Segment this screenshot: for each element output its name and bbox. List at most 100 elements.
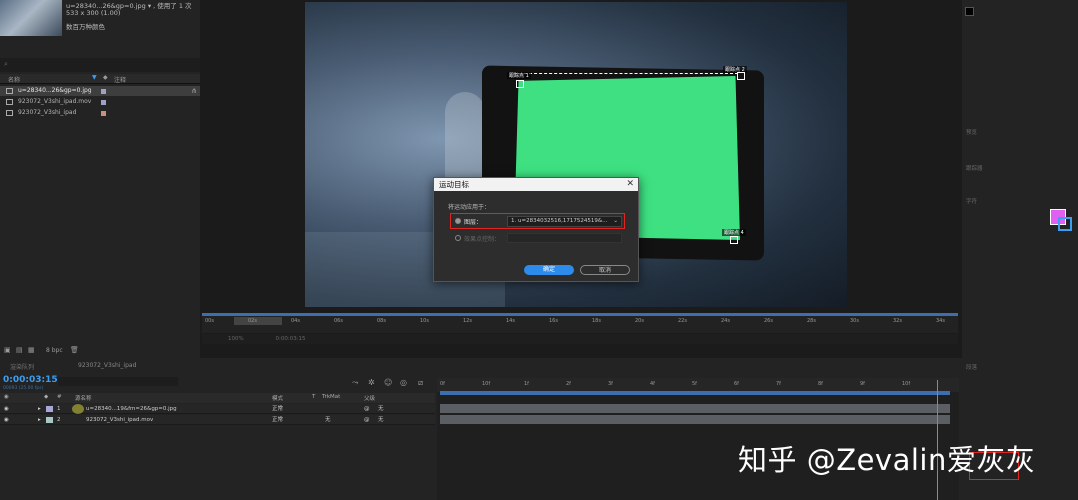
label-color[interactable]	[101, 111, 106, 116]
timeline-layer-row[interactable]: ◉ ▸ 1 u=28340...19&fm=26&gp=0.jpg 正常 @ 无	[0, 404, 435, 414]
eye-icon[interactable]: ◉	[4, 394, 9, 400]
layer-bar[interactable]	[440, 404, 950, 413]
project-item[interactable]: u=28340...26&gp=0.jpg	[0, 86, 200, 96]
motion-target-dialog: 运动目标 ✕ 将运动应用于： 图层： 1. u=2834032516,17175…	[433, 177, 639, 282]
graph-editor-icon[interactable]: ⧄	[418, 378, 423, 388]
col-comment[interactable]: 注释	[114, 75, 126, 84]
expand-arrow-icon[interactable]: ▸	[38, 415, 41, 425]
viewer-timecode[interactable]: 0:00:03:15	[275, 336, 305, 342]
project-search-input[interactable]: ⌕	[0, 58, 200, 72]
sort-arrow-icon[interactable]: ▼	[92, 74, 97, 81]
pickwhip-icon[interactable]: @	[364, 415, 370, 425]
paragraph-label[interactable]: 段落	[966, 363, 977, 371]
stroke-color-swatch[interactable]	[1058, 217, 1072, 231]
character-label[interactable]: 字符	[966, 197, 977, 205]
draft-3d-icon[interactable]: ✲	[368, 378, 375, 387]
track-handle[interactable]	[737, 72, 745, 80]
timeline-tick-label: 4f	[650, 381, 655, 387]
col-t[interactable]: T	[312, 394, 315, 400]
track-point-1[interactable]: 跟踪点 1	[507, 72, 531, 79]
timeline-layer-row[interactable]: ◉ ▸ 2 923072_V3shi_ipad.mov 正常 无 @ 无	[0, 415, 435, 425]
ruler-tick-label: 32s	[893, 318, 902, 324]
project-column-header: 名称 ▼ ◆ 注释	[0, 74, 200, 84]
motion-blur-icon[interactable]: ◎	[400, 378, 407, 387]
track-handle[interactable]	[730, 236, 738, 244]
dialog-title: 运动目标	[439, 180, 469, 189]
effect-radio[interactable]	[455, 235, 461, 241]
right-panel: 预览 跟踪器 字符 段落	[962, 0, 1078, 500]
layer-mode-select[interactable]: 正常	[272, 404, 283, 414]
ruler-tick-label: 30s	[850, 318, 859, 324]
viewer-time-ruler[interactable]	[202, 313, 958, 333]
timeline-tick-label: 5f	[692, 381, 697, 387]
project-item[interactable]: 923072_V3shi_ipad	[0, 108, 200, 118]
zoom-level[interactable]: 100%	[228, 336, 244, 342]
trkmat-select[interactable]: 无	[325, 415, 331, 425]
interpret-footage-icon[interactable]: ▣	[4, 346, 11, 354]
trash-icon[interactable]: 🗑	[70, 346, 79, 354]
frame-info: 00093 (25.00 fps)	[3, 386, 44, 391]
used-count: 使用了 1 次	[157, 2, 192, 10]
work-area-bar[interactable]	[202, 313, 958, 316]
track-outline	[514, 73, 738, 75]
parent-select[interactable]: 无	[378, 404, 384, 414]
dialog-titlebar: 运动目标 ✕	[434, 178, 638, 191]
ruler-tick-label: 10s	[420, 318, 429, 324]
label-color[interactable]	[101, 100, 106, 105]
parent-select[interactable]: 无	[378, 415, 384, 425]
track-handle[interactable]	[516, 80, 524, 88]
layer-label-color[interactable]	[46, 417, 53, 423]
eye-icon[interactable]: ◉	[4, 404, 9, 414]
col-name[interactable]: 名称	[8, 75, 20, 84]
layer-radio[interactable]	[455, 218, 461, 224]
flowchart-icon[interactable]: ⋔	[191, 87, 197, 95]
layer-name[interactable]: u=28340...19&fm=26&gp=0.jpg	[86, 404, 177, 414]
col-trkmat[interactable]: TrkMat	[322, 394, 340, 400]
layer-select[interactable]: 1. u=2834032516,1717524519&... ⌄	[507, 216, 622, 227]
tab-render-queue[interactable]: 渲染队列	[10, 362, 34, 371]
timeline-ruler[interactable]	[437, 378, 959, 392]
col-source-name[interactable]: 源名称	[75, 394, 92, 402]
tab-composition[interactable]: 923072_V3shi_ipad	[78, 362, 136, 369]
col-mode[interactable]: 模式	[272, 394, 283, 402]
ruler-tick-label: 12s	[463, 318, 472, 324]
layer-label-color[interactable]	[46, 406, 53, 412]
new-folder-icon[interactable]: ▤	[16, 346, 23, 354]
layer-option-label: 图层：	[464, 219, 483, 226]
track-point-4[interactable]: 跟踪点 4	[722, 229, 746, 236]
new-comp-icon[interactable]: ▦	[28, 346, 35, 354]
timeline-work-area[interactable]	[440, 391, 950, 395]
ruler-tick-label: 20s	[635, 318, 644, 324]
expand-arrow-icon[interactable]: ▸	[38, 404, 41, 414]
timeline-tick-label: 9f	[860, 381, 865, 387]
pickwhip-icon[interactable]: @	[364, 404, 370, 414]
search-icon: ⌕	[4, 60, 8, 68]
close-icon[interactable]: ✕	[626, 178, 634, 191]
preview-label[interactable]: 预览	[966, 128, 977, 136]
timeline-tick-label: 1f	[524, 381, 529, 387]
project-bottom-bar: ▣ ▤ ▦ 8 bpc 🗑	[0, 344, 200, 356]
layer-bar[interactable]	[440, 415, 950, 424]
project-item[interactable]: 923072_V3shi_ipad.mov	[0, 97, 200, 107]
timeline-search-input[interactable]	[58, 377, 178, 386]
shy-icon[interactable]: ☺	[384, 378, 392, 387]
layer-name[interactable]: 923072_V3shi_ipad.mov	[86, 415, 153, 425]
project-item-label: 923072_V3shi_ipad	[18, 109, 77, 116]
eye-icon[interactable]: ◉	[4, 415, 9, 425]
watermark-text: 知乎 @Zevalin爱灰灰	[738, 443, 1036, 477]
comp-mini-flowchart-icon[interactable]: ⤳	[352, 378, 358, 388]
timeline-timecode[interactable]: 0:00:03:15	[3, 375, 58, 385]
ok-button[interactable]: 确定	[524, 265, 574, 275]
ruler-tick-label: 16s	[549, 318, 558, 324]
label-color[interactable]	[101, 89, 106, 94]
effect-select	[507, 233, 622, 243]
current-time-indicator[interactable]	[234, 317, 282, 325]
layer-number: 1	[57, 406, 61, 412]
cancel-button[interactable]: 取消	[580, 265, 630, 275]
cursor-highlight	[72, 404, 84, 414]
layer-mode-select[interactable]: 正常	[272, 415, 283, 425]
layer-select-value: 1. u=2834032516,1717524519&...	[511, 218, 608, 224]
col-parent[interactable]: 父级	[364, 394, 375, 402]
bpc-toggle[interactable]: 8 bpc	[46, 347, 63, 354]
tracker-label[interactable]: 跟踪器	[966, 164, 983, 172]
